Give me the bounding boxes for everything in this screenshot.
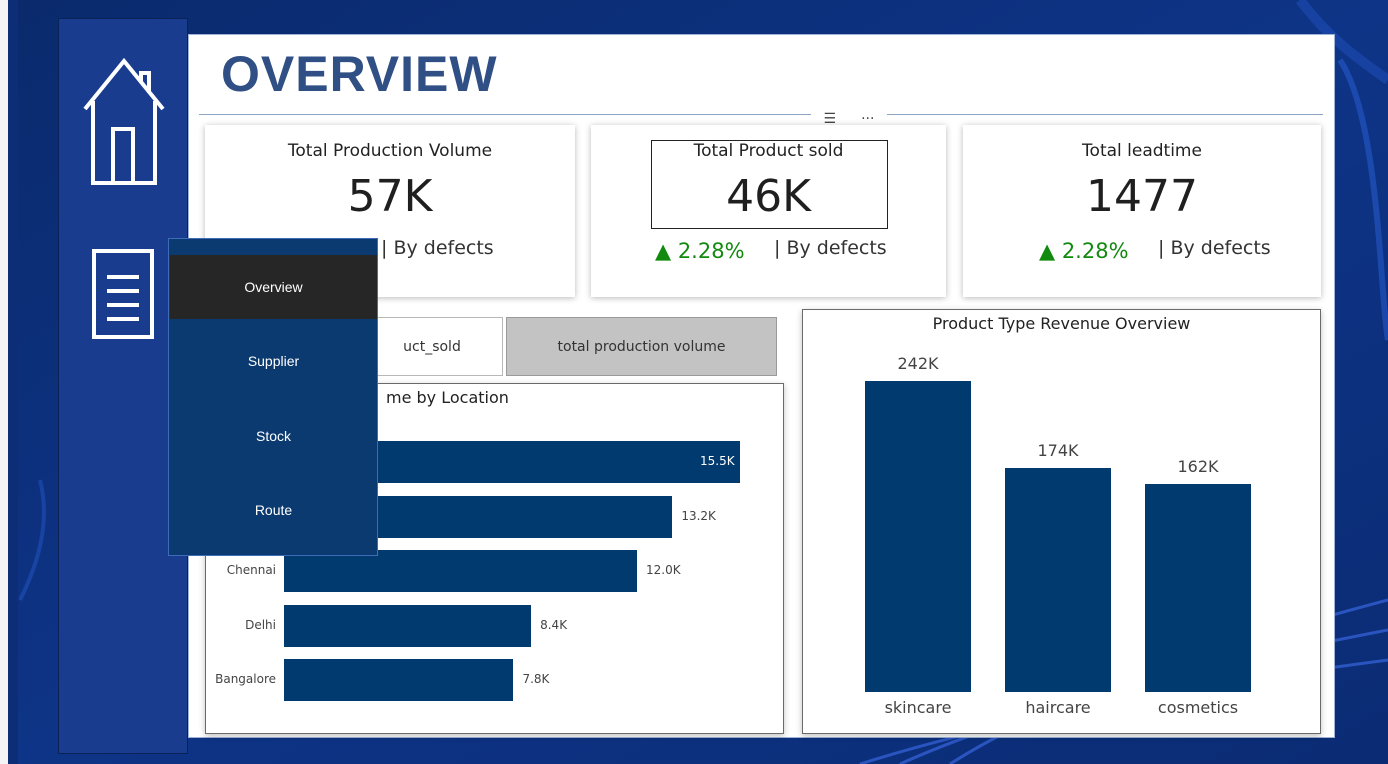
window-edge-shade [8, 0, 18, 764]
kpi-value: 46K [726, 171, 811, 222]
kpi-subtitle: | By defects [381, 237, 494, 259]
kpi-subtitle: | By defects [774, 237, 887, 259]
slicer-button-production-volume[interactable]: total production volume [506, 317, 777, 376]
kpi-title: Total leadtime [1082, 141, 1202, 161]
home-button[interactable] [81, 53, 167, 191]
report-page: OVERVIEW ☰ ··· Total Production Volume 5… [0, 0, 1388, 764]
kpi-value: 1477 [1086, 171, 1198, 222]
kpi-title: Total Production Volume [287, 141, 493, 161]
data-label: 13.2K [681, 508, 716, 523]
nav-item-supplier[interactable]: Supplier [170, 329, 377, 393]
category-label: Chennai [226, 563, 276, 578]
kpi-card-product-sold[interactable]: Total Product sold 46K ▲ 2.28% | By defe… [591, 125, 946, 297]
category-label: Delhi [245, 617, 276, 632]
data-label: 174K [1037, 441, 1079, 461]
category-label: skincare [884, 698, 952, 717]
kpi-value: 57K [347, 171, 433, 222]
kpi-delta: ▲ 2.28% [655, 239, 745, 263]
nav-item-overview[interactable]: Overview [170, 255, 377, 319]
category-label: Bangalore [215, 672, 276, 687]
page-title: OVERVIEW [221, 46, 498, 102]
title-divider [199, 114, 1323, 115]
location-bar[interactable] [284, 550, 638, 593]
revenue-bar[interactable] [1145, 483, 1251, 692]
data-label: 8.4K [540, 617, 568, 632]
location-bar[interactable] [284, 604, 532, 647]
window-edge [0, 0, 8, 764]
document-icon [92, 249, 154, 339]
kpi-subtitle: | By defects [1158, 237, 1271, 259]
category-label: cosmetics [1157, 698, 1239, 717]
location-bar[interactable] [284, 659, 514, 702]
category-label: haircare [1025, 698, 1091, 717]
kpi-delta: ▲ 2.28% [1039, 239, 1129, 263]
revenue-bar[interactable] [865, 381, 971, 692]
navigation-button[interactable] [89, 245, 159, 341]
data-label: 12.0K [646, 563, 681, 578]
kpi-card-leadtime[interactable]: Total leadtime 1477 ▲ 2.28% | By defects [963, 125, 1321, 297]
data-label: 15.5K [700, 454, 735, 468]
chart-title: me by Location [386, 388, 509, 407]
chart-title: Product Type Revenue Overview [932, 314, 1191, 333]
nav-item-stock[interactable]: Stock [170, 404, 377, 468]
home-icon [83, 57, 165, 185]
nav-item-route[interactable]: Route [170, 478, 377, 542]
slicer-button-product-sold[interactable]: uct_sold [361, 317, 503, 376]
data-label: 162K [1177, 456, 1219, 476]
revenue-bar[interactable] [1005, 468, 1111, 692]
data-label: 7.8K [522, 672, 550, 687]
revenue-column-chart[interactable]: Product Type Revenue Overview 242K skinca… [802, 309, 1321, 734]
data-label: 242K [897, 354, 939, 373]
kpi-title: Total Product sold [693, 141, 844, 161]
navigation-menu: Overview Supplier Stock Route [168, 238, 378, 556]
